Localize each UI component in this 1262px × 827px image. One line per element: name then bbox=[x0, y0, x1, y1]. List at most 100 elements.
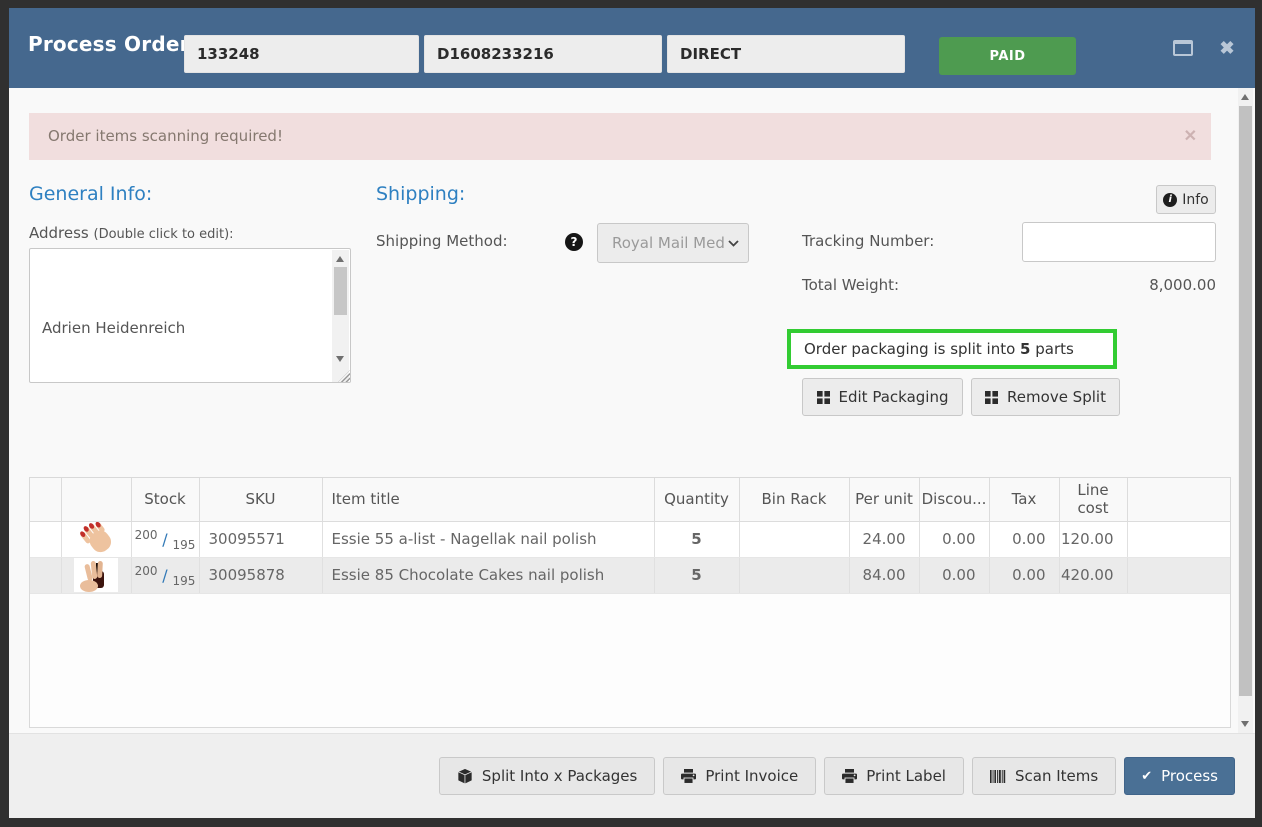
alert-message: Order items scanning required! bbox=[48, 127, 283, 145]
process-label: Process bbox=[1161, 767, 1218, 785]
barcode-icon bbox=[990, 770, 1006, 783]
order-reference-input[interactable] bbox=[424, 35, 662, 73]
order-channel-input[interactable] bbox=[667, 35, 905, 73]
tracking-number-label: Tracking Number: bbox=[802, 232, 934, 250]
table-row[interactable]: 200 / 195 30095571 Essie 55 a-list - Nag… bbox=[30, 521, 1230, 557]
col-image bbox=[61, 478, 131, 521]
split-message-suffix: parts bbox=[1030, 340, 1073, 358]
col-line-cost[interactable]: Line cost bbox=[1059, 478, 1127, 521]
close-icon[interactable]: ✖ bbox=[1214, 35, 1240, 61]
info-button[interactable]: i Info bbox=[1156, 185, 1216, 214]
col-quantity[interactable]: Quantity bbox=[654, 478, 739, 521]
stock-cell: 200 / 195 bbox=[131, 557, 199, 593]
split-message-prefix: Order packaging is split into bbox=[804, 340, 1020, 358]
col-discount[interactable]: Discou... bbox=[919, 478, 989, 521]
col-select bbox=[30, 478, 61, 521]
split-into-packages-button[interactable]: Split Into x Packages bbox=[439, 757, 655, 795]
print-invoice-label: Print Invoice bbox=[705, 767, 798, 785]
order-number-input[interactable] bbox=[184, 35, 419, 73]
table-header-row: Stock SKU Item title Quantity Bin Rack P… bbox=[30, 478, 1230, 521]
quantity-cell: 5 bbox=[654, 521, 739, 557]
total-weight-label: Total Weight: bbox=[802, 276, 899, 294]
question-circle-icon[interactable]: ? bbox=[565, 233, 583, 251]
packaging-split-notice: Order packaging is split into 5 parts bbox=[787, 329, 1117, 369]
cube-icon bbox=[457, 768, 473, 785]
chevron-down-icon bbox=[728, 240, 739, 247]
remove-split-button[interactable]: Remove Split bbox=[971, 378, 1120, 416]
discount-cell: 0.00 bbox=[919, 557, 989, 593]
scan-items-label: Scan Items bbox=[1015, 767, 1098, 785]
tracking-number-input[interactable] bbox=[1022, 222, 1216, 262]
modal-header: Process Order PAID ✖ bbox=[9, 8, 1255, 88]
scroll-up-icon[interactable] bbox=[1241, 94, 1249, 100]
edit-packaging-label: Edit Packaging bbox=[839, 388, 949, 406]
alert-close-icon[interactable]: ✕ bbox=[1184, 113, 1197, 160]
per-unit-cell: 84.00 bbox=[849, 557, 919, 593]
shipping-method-label: Shipping Method: bbox=[376, 232, 508, 250]
process-button[interactable]: ✔ Process bbox=[1124, 757, 1235, 795]
scrollbar-thumb[interactable] bbox=[334, 267, 347, 315]
maximize-icon[interactable] bbox=[1173, 40, 1193, 56]
col-bin-rack[interactable]: Bin Rack bbox=[739, 478, 849, 521]
remove-split-label: Remove Split bbox=[1007, 388, 1106, 406]
scroll-down-icon[interactable] bbox=[336, 356, 344, 362]
col-stock[interactable]: Stock bbox=[131, 478, 199, 521]
address-line: Adrien Heidenreich bbox=[42, 313, 332, 343]
modal-scrollbar[interactable] bbox=[1238, 88, 1253, 733]
modal-body: Order items scanning required! ✕ General… bbox=[9, 88, 1255, 733]
shipping-method-value: Royal Mail Mediu bbox=[612, 224, 726, 262]
col-per-unit[interactable]: Per unit bbox=[849, 478, 919, 521]
scroll-up-icon[interactable] bbox=[336, 256, 344, 262]
address-label: Address (Double click to edit): bbox=[29, 224, 234, 242]
tax-cell: 0.00 bbox=[989, 521, 1059, 557]
line-cost-cell: 120.00 bbox=[1059, 521, 1127, 557]
grid-icon bbox=[817, 391, 830, 404]
line-cost-cell: 420.00 bbox=[1059, 557, 1127, 593]
printer-icon bbox=[681, 769, 696, 784]
bin-rack-cell bbox=[739, 557, 849, 593]
item-title-cell: Essie 85 Chocolate Cakes nail polish bbox=[322, 557, 654, 593]
col-item-title[interactable]: Item title bbox=[322, 478, 654, 521]
screen-backdrop: Process Order PAID ✖ Order items scannin… bbox=[0, 0, 1262, 827]
item-title-cell: Essie 55 a-list - Nagellak nail polish bbox=[322, 521, 654, 557]
address-textarea[interactable]: Adrien Heidenreich 20 Hilbert Courts Sen… bbox=[29, 248, 351, 383]
col-tax[interactable]: Tax bbox=[989, 478, 1059, 521]
discount-cell: 0.00 bbox=[919, 521, 989, 557]
info-circle-icon: i bbox=[1163, 193, 1177, 207]
paid-status-button[interactable]: PAID bbox=[939, 37, 1076, 75]
shipping-heading: Shipping: bbox=[376, 183, 465, 205]
scan-items-button[interactable]: Scan Items bbox=[972, 757, 1116, 795]
modal-footer: Split Into x Packages Print Invoice Prin… bbox=[9, 733, 1255, 818]
scrollbar-thumb[interactable] bbox=[1239, 106, 1252, 696]
print-label-label: Print Label bbox=[866, 767, 946, 785]
scanning-alert: Order items scanning required! ✕ bbox=[29, 113, 1211, 160]
process-order-modal: Process Order PAID ✖ Order items scannin… bbox=[9, 8, 1255, 818]
col-sku[interactable]: SKU bbox=[199, 478, 322, 521]
modal-title: Process Order bbox=[28, 32, 190, 56]
tax-cell: 0.00 bbox=[989, 557, 1059, 593]
print-invoice-button[interactable]: Print Invoice bbox=[663, 757, 816, 795]
check-icon: ✔ bbox=[1141, 769, 1152, 784]
edit-packaging-button[interactable]: Edit Packaging bbox=[802, 378, 963, 416]
address-scrollbar[interactable] bbox=[332, 250, 349, 383]
per-unit-cell: 24.00 bbox=[849, 521, 919, 557]
grid-icon bbox=[985, 391, 998, 404]
order-items-table: Stock SKU Item title Quantity Bin Rack P… bbox=[29, 477, 1231, 728]
print-label-button[interactable]: Print Label bbox=[824, 757, 964, 795]
sku-cell: 30095571 bbox=[199, 521, 322, 557]
split-count: 5 bbox=[1020, 340, 1030, 358]
col-filler bbox=[1127, 478, 1230, 521]
shipping-method-select[interactable]: Royal Mail Mediu bbox=[597, 223, 749, 263]
address-lines: Adrien Heidenreich 20 Hilbert Courts Sen… bbox=[30, 253, 332, 383]
quantity-cell: 5 bbox=[654, 557, 739, 593]
sku-cell: 30095878 bbox=[199, 557, 322, 593]
stock-cell: 200 / 195 bbox=[131, 521, 199, 557]
table-row[interactable]: 200 / 195 30095878 Essie 85 Chocolate Ca… bbox=[30, 557, 1230, 593]
printer-icon bbox=[842, 769, 857, 784]
info-button-label: Info bbox=[1182, 192, 1209, 208]
product-image-red-nail-polish bbox=[74, 522, 118, 556]
product-image-dark-nail-polish bbox=[74, 558, 118, 592]
general-info-heading: General Info: bbox=[29, 183, 152, 205]
scroll-down-icon[interactable] bbox=[1241, 721, 1249, 727]
address-edit-hint: (Double click to edit): bbox=[94, 227, 234, 242]
